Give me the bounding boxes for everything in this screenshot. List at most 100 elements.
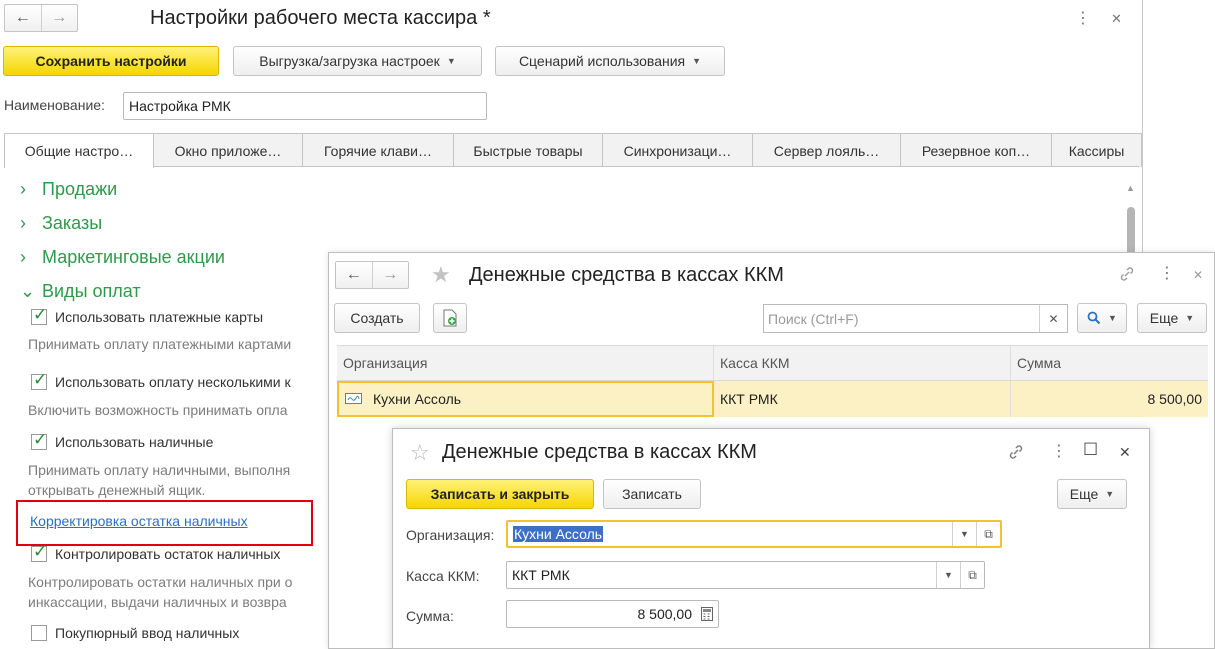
control-cash-checkbox[interactable]: Контролировать остаток наличных: [31, 542, 281, 562]
tab-general[interactable]: Общие настро…: [4, 133, 154, 168]
window-title: Денежные средства в кассах ККМ: [469, 264, 784, 286]
star-outline-icon[interactable]: ☆: [410, 442, 430, 464]
dropdown-icon[interactable]: ▼: [952, 522, 976, 546]
use-multi-payment-hint: Включить возможность принимать опла: [28, 402, 288, 418]
chevron-right-icon: ›: [20, 213, 26, 233]
column-header-org[interactable]: Организация: [337, 346, 714, 380]
link-icon[interactable]: [1119, 266, 1135, 286]
banknote-input-checkbox[interactable]: Покупюрный ввод наличных: [31, 625, 239, 641]
cell-sum[interactable]: 8 500,00: [1011, 381, 1208, 417]
sum-field[interactable]: 8 500,00: [506, 600, 719, 628]
search-button[interactable]: ▼: [1077, 303, 1127, 333]
tab-backup[interactable]: Резервное коп…: [900, 133, 1052, 167]
tab-loyalty-server[interactable]: Сервер лояль…: [752, 133, 901, 167]
more-button[interactable]: Еще ▼: [1137, 303, 1207, 333]
star-icon[interactable]: ★: [431, 264, 451, 286]
tab-cashiers[interactable]: Кассиры: [1051, 133, 1142, 167]
checkbox-box: [31, 305, 47, 325]
scroll-up-icon[interactable]: ▲: [1126, 183, 1135, 193]
caret-down-icon: ▼: [692, 56, 702, 66]
cell-org[interactable]: Кухни Ассоль: [337, 381, 714, 417]
kassa-field[interactable]: ККТ РМК ▼ ⧉: [506, 561, 985, 589]
more-label: Еще: [1069, 486, 1099, 502]
cash-balance-correction-link[interactable]: Корректировка остатка наличных: [30, 513, 248, 529]
more-label: Еще: [1149, 310, 1179, 326]
more-menu-icon[interactable]: ⋮: [1159, 266, 1175, 282]
calculator-icon[interactable]: [696, 607, 718, 621]
maximize-icon[interactable]: ☐: [1083, 441, 1098, 458]
column-header-sum[interactable]: Сумма: [1011, 346, 1208, 380]
forward-arrow-icon[interactable]: →: [371, 262, 409, 288]
close-icon[interactable]: ✕: [1111, 11, 1122, 27]
tab-hotkeys[interactable]: Горячие клави…: [302, 133, 454, 167]
more-menu-icon[interactable]: ⋮: [1075, 11, 1091, 27]
group-sales[interactable]: › Продажи: [20, 179, 117, 200]
save-settings-label: Сохранить настройки: [35, 53, 187, 69]
clear-search-icon[interactable]: ✕: [1039, 305, 1067, 332]
open-icon[interactable]: ⧉: [960, 562, 984, 588]
control-cash-hint-2: инкассации, выдачи наличных и возвра: [28, 594, 287, 610]
forward-arrow-icon[interactable]: →: [40, 5, 78, 31]
chevron-right-icon: ›: [20, 247, 26, 267]
name-label: Наименование:: [4, 97, 105, 113]
export-import-label: Выгрузка/загрузка настроек: [259, 53, 440, 69]
caret-down-icon: ▼: [1105, 489, 1115, 499]
kassa-field-value: ККТ РМК: [512, 567, 570, 583]
form-title: Денежные средства в кассах ККМ: [442, 441, 757, 463]
name-field-value: Настройка РМК: [129, 98, 231, 114]
column-header-kassa[interactable]: Касса ККМ: [714, 346, 1011, 380]
tab-app-window[interactable]: Окно приложе…: [153, 133, 303, 167]
use-multi-payment-label: Использовать оплату несколькими к: [55, 374, 291, 390]
use-cards-hint: Принимать оплату платежными картами: [28, 336, 292, 352]
tab-quick-goods[interactable]: Быстрые товары: [453, 133, 603, 167]
cell-org-text: Кухни Ассоль: [373, 391, 462, 407]
save-label: Записать: [622, 486, 682, 502]
create-label: Создать: [350, 310, 404, 326]
use-cash-checkbox[interactable]: Использовать наличные: [31, 430, 213, 450]
org-field-value: Кухни Ассоль: [513, 526, 604, 542]
control-cash-label: Контролировать остаток наличных: [55, 546, 281, 562]
group-sales-label: Продажи: [42, 179, 118, 199]
link-icon[interactable]: [1008, 444, 1024, 464]
scrollbar[interactable]: ▲: [1124, 183, 1138, 263]
back-arrow-icon[interactable]: ←: [336, 262, 372, 288]
usage-scenario-button[interactable]: Сценарий использования ▼: [495, 46, 725, 76]
tabs-divider: [153, 166, 1139, 167]
more-menu-icon[interactable]: ⋮: [1051, 444, 1067, 460]
add-copy-button[interactable]: [433, 303, 467, 333]
group-marketing-label: Маркетинговые акции: [42, 247, 225, 267]
open-icon[interactable]: ⧉: [976, 522, 1000, 546]
nav-buttons: ← →: [4, 4, 78, 32]
close-icon[interactable]: ✕: [1193, 267, 1203, 283]
use-cards-label: Использовать платежные карты: [55, 309, 264, 325]
tab-sync[interactable]: Синхронизаци…: [602, 133, 753, 167]
sum-field-value: 8 500,00: [637, 606, 693, 622]
back-arrow-icon[interactable]: ←: [5, 5, 41, 31]
close-icon[interactable]: ✕: [1119, 444, 1131, 460]
search-placeholder: Поиск (Ctrl+F): [768, 310, 859, 327]
save-button[interactable]: Записать: [603, 479, 701, 509]
more-button[interactable]: Еще ▼: [1057, 479, 1127, 509]
add-document-icon: [443, 309, 457, 327]
save-and-close-label: Записать и закрыть: [430, 486, 570, 502]
save-and-close-button[interactable]: Записать и закрыть: [406, 479, 594, 509]
group-payment-types[interactable]: ⌄ Виды оплат: [20, 281, 141, 302]
usage-scenario-label: Сценарий использования: [518, 53, 686, 69]
table-row[interactable]: Кухни Ассоль ККТ РМК 8 500,00: [337, 381, 1208, 417]
settings-tabs: Общие настро… Окно приложе… Горячие клав…: [4, 133, 1142, 168]
use-cash-hint-2: открывать денежный ящик.: [28, 482, 206, 498]
cash-table: Организация Касса ККМ Сумма Кухни Ассоль…: [337, 345, 1208, 417]
name-field[interactable]: Настройка РМК: [123, 92, 487, 120]
group-orders[interactable]: › Заказы: [20, 213, 102, 234]
org-field[interactable]: Кухни Ассоль ▼ ⧉: [506, 520, 1002, 548]
search-input[interactable]: Поиск (Ctrl+F) ✕: [763, 304, 1068, 333]
banknote-input-label: Покупюрный ввод наличных: [55, 625, 240, 641]
create-button[interactable]: Создать: [334, 303, 420, 333]
group-marketing[interactable]: › Маркетинговые акции: [20, 247, 225, 268]
use-multi-payment-checkbox[interactable]: Использовать оплату несколькими к: [31, 370, 291, 390]
use-cards-checkbox[interactable]: Использовать платежные карты: [31, 305, 264, 325]
dropdown-icon[interactable]: ▼: [936, 562, 960, 588]
export-import-button[interactable]: Выгрузка/загрузка настроек ▼: [233, 46, 482, 76]
cell-kassa[interactable]: ККТ РМК: [714, 381, 1011, 417]
save-settings-button[interactable]: Сохранить настройки: [3, 46, 219, 76]
